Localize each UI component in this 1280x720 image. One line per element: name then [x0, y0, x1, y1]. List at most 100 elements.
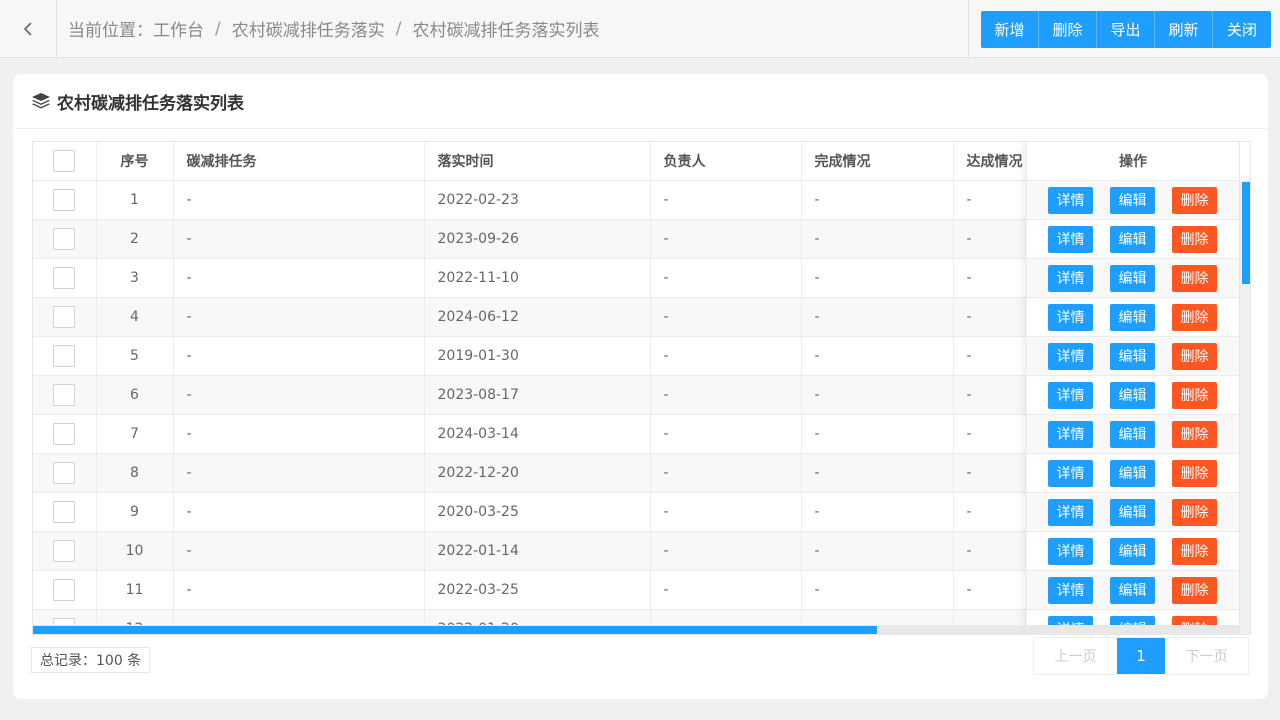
- row-checkbox[interactable]: [53, 344, 76, 367]
- column-header-actions: 操作: [1027, 142, 1239, 181]
- detail-button[interactable]: 详情: [1048, 420, 1093, 448]
- cell-completion: -: [801, 258, 954, 298]
- operations-row: 详情编辑删除: [1027, 337, 1239, 376]
- row-checkbox[interactable]: [53, 266, 76, 289]
- cell-no: 9: [96, 492, 174, 532]
- row-delete-button[interactable]: 删除: [1172, 381, 1217, 409]
- detail-button[interactable]: 详情: [1048, 576, 1093, 604]
- cell-task: -: [173, 297, 425, 337]
- row-delete-button[interactable]: 删除: [1172, 537, 1217, 565]
- detail-button[interactable]: 详情: [1048, 186, 1093, 214]
- operations-row: 详情编辑删除: [1027, 454, 1239, 493]
- edit-button[interactable]: 编辑: [1110, 225, 1155, 253]
- detail-button[interactable]: 详情: [1048, 459, 1093, 487]
- row-checkbox-cell: [33, 336, 97, 376]
- vertical-scrollbar[interactable]: [1239, 142, 1250, 634]
- edit-button[interactable]: 编辑: [1110, 459, 1155, 487]
- row-checkbox[interactable]: [53, 461, 76, 484]
- detail-button[interactable]: 详情: [1048, 264, 1093, 292]
- cell-completion: -: [801, 297, 954, 337]
- row-checkbox[interactable]: [53, 500, 76, 523]
- edit-button[interactable]: 编辑: [1110, 420, 1155, 448]
- row-checkbox[interactable]: [53, 578, 76, 601]
- operations-row: 详情编辑删除: [1027, 493, 1239, 532]
- cell-date: 2024-03-14: [424, 414, 651, 454]
- cell-no: 3: [96, 258, 174, 298]
- back-button[interactable]: [0, 0, 57, 57]
- layers-icon: [32, 93, 50, 109]
- row-delete-button[interactable]: 删除: [1172, 420, 1217, 448]
- cell-task: -: [173, 570, 425, 610]
- horizontal-scrollbar-thumb[interactable]: [33, 626, 877, 634]
- operations-row: 详情编辑删除: [1027, 415, 1239, 454]
- edit-button[interactable]: 编辑: [1110, 537, 1155, 565]
- add-button[interactable]: 新增: [981, 11, 1039, 48]
- cell-task: -: [173, 531, 425, 571]
- row-delete-button[interactable]: 删除: [1172, 498, 1217, 526]
- detail-button[interactable]: 详情: [1048, 537, 1093, 565]
- edit-button[interactable]: 编辑: [1110, 498, 1155, 526]
- delete-button[interactable]: 删除: [1039, 11, 1097, 48]
- cell-no: 1: [96, 180, 174, 220]
- edit-button[interactable]: 编辑: [1110, 576, 1155, 604]
- row-checkbox[interactable]: [53, 227, 76, 250]
- operations-column: 操作 详情 编辑 删除 详情 编辑 删除 详情 编辑 删除 详情 编辑 删除 详情 编辑 删除 详情 编辑 删除详…: [1026, 142, 1239, 634]
- vertical-scrollbar-thumb[interactable]: [1242, 182, 1250, 284]
- prev-page-button[interactable]: 上一页: [1034, 638, 1117, 674]
- cell-no: 7: [96, 414, 174, 454]
- edit-button[interactable]: 编辑: [1110, 264, 1155, 292]
- cell-owner: -: [650, 531, 802, 571]
- cell-date: 2024-06-12: [424, 297, 651, 337]
- cell-no: 4: [96, 297, 174, 337]
- select-all-checkbox[interactable]: [53, 149, 76, 172]
- cell-date: 2022-02-23: [424, 180, 651, 220]
- edit-button[interactable]: 编辑: [1110, 381, 1155, 409]
- row-checkbox-cell: [33, 375, 97, 415]
- row-delete-button[interactable]: 删除: [1172, 342, 1217, 370]
- row-delete-button[interactable]: 删除: [1172, 225, 1217, 253]
- export-button[interactable]: 导出: [1097, 11, 1155, 48]
- detail-button[interactable]: 详情: [1048, 342, 1093, 370]
- detail-button[interactable]: 详情: [1048, 303, 1093, 331]
- select-all-cell: [33, 142, 97, 181]
- row-delete-button[interactable]: 删除: [1172, 303, 1217, 331]
- breadcrumb-item-workbench[interactable]: 工作台: [153, 16, 204, 41]
- row-checkbox[interactable]: [53, 383, 76, 406]
- row-checkbox-cell: [33, 570, 97, 610]
- cell-date: 2022-03-25: [424, 570, 651, 610]
- cell-completion: -: [801, 570, 954, 610]
- row-delete-button[interactable]: 删除: [1172, 186, 1217, 214]
- edit-button[interactable]: 编辑: [1110, 186, 1155, 214]
- refresh-button[interactable]: 刷新: [1155, 11, 1213, 48]
- detail-button[interactable]: 详情: [1048, 498, 1093, 526]
- row-checkbox[interactable]: [53, 305, 76, 328]
- row-checkbox-cell: [33, 297, 97, 337]
- column-header-task: 碳减排任务: [173, 142, 425, 181]
- edit-button[interactable]: 编辑: [1110, 303, 1155, 331]
- cell-task: -: [173, 336, 425, 376]
- cell-no: 8: [96, 453, 174, 493]
- cell-task: -: [173, 219, 425, 259]
- horizontal-scrollbar[interactable]: [33, 625, 1239, 634]
- detail-button[interactable]: 详情: [1048, 225, 1093, 253]
- breadcrumb-item-task[interactable]: 农村碳减排任务落实: [232, 16, 385, 41]
- cell-task: -: [173, 453, 425, 493]
- row-delete-button[interactable]: 删除: [1172, 576, 1217, 604]
- page-number-current[interactable]: 1: [1117, 638, 1165, 674]
- cell-owner: -: [650, 219, 802, 259]
- operations-row: 详情编辑删除: [1027, 298, 1239, 337]
- row-delete-button[interactable]: 删除: [1172, 264, 1217, 292]
- next-page-button[interactable]: 下一页: [1165, 638, 1248, 674]
- close-button[interactable]: 关闭: [1213, 11, 1271, 48]
- edit-button[interactable]: 编辑: [1110, 342, 1155, 370]
- row-checkbox[interactable]: [53, 539, 76, 562]
- row-checkbox[interactable]: [53, 188, 76, 211]
- row-checkbox[interactable]: [53, 422, 76, 445]
- cell-date: 2020-03-25: [424, 492, 651, 532]
- breadcrumb: 当前位置： 工作台 / 农村碳减排任务落实 / 农村碳减排任务落实列表: [68, 0, 599, 57]
- detail-button[interactable]: 详情: [1048, 381, 1093, 409]
- cell-completion: -: [801, 336, 954, 376]
- operations-row: 详情编辑删除: [1027, 532, 1239, 571]
- row-delete-button[interactable]: 删除: [1172, 459, 1217, 487]
- cell-task: -: [173, 258, 425, 298]
